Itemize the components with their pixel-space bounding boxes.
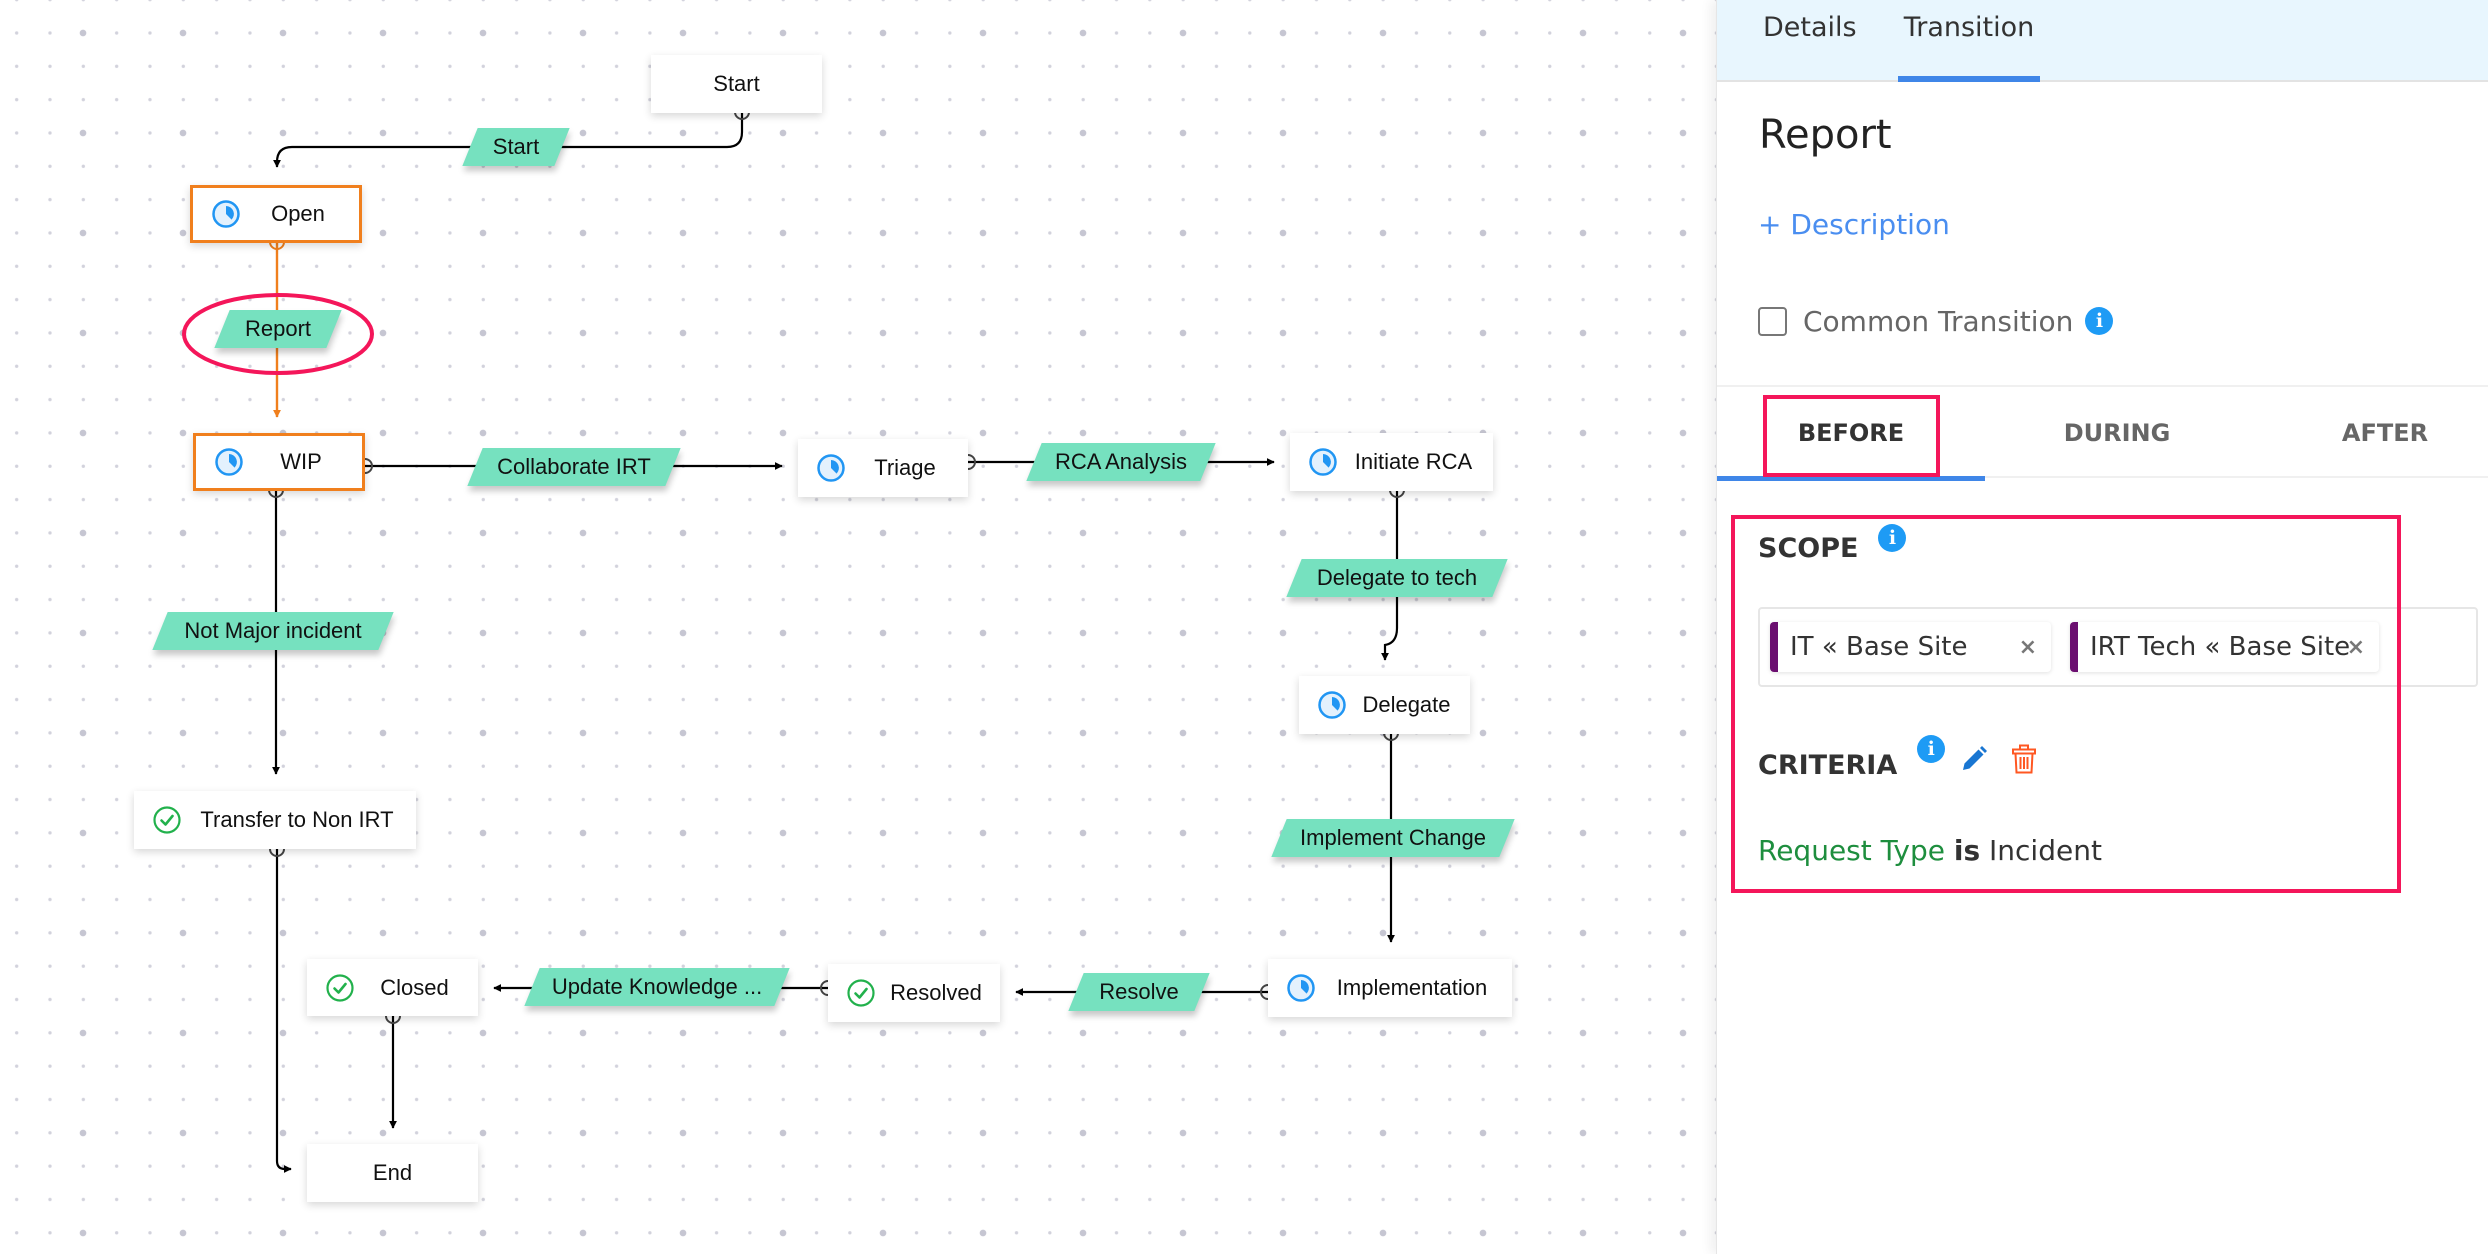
transition-label-update-knowledge[interactable]: Update Knowledge ... bbox=[532, 968, 782, 1006]
in-progress-icon bbox=[816, 453, 846, 483]
check-circle-icon bbox=[846, 978, 876, 1008]
remove-chip-icon[interactable]: × bbox=[2347, 635, 2365, 660]
tab-label: Details bbox=[1763, 12, 1857, 43]
state-node-closed[interactable]: Closed bbox=[307, 959, 478, 1016]
in-progress-icon bbox=[214, 447, 244, 477]
state-node-initiate-rca[interactable]: Initiate RCA bbox=[1290, 433, 1493, 491]
tab-after[interactable]: AFTER bbox=[2251, 387, 2488, 478]
tab-details[interactable]: Details bbox=[1763, 12, 1857, 82]
transition-label-not-major-incident[interactable]: Not Major incident bbox=[160, 612, 386, 650]
scope-section-title: SCOPE i bbox=[1758, 524, 1907, 572]
transition-properties-panel: Details Transition Report + Description … bbox=[1716, 0, 2488, 1254]
check-circle-icon bbox=[152, 805, 182, 835]
node-label: End bbox=[372, 1160, 413, 1185]
pencil-icon[interactable] bbox=[1959, 744, 1989, 774]
state-node-transfer-to-non-irt[interactable]: Transfer to Non IRT bbox=[134, 791, 416, 849]
scope-title: SCOPE bbox=[1758, 532, 1859, 564]
scope-input[interactable]: IT « Base Site × IRT Tech « Base Site × bbox=[1758, 607, 2478, 687]
transition-label-text: RCA Analysis bbox=[1054, 449, 1188, 474]
info-icon[interactable]: i bbox=[2085, 307, 2114, 335]
criteria-section-title: CRITERIA i bbox=[1758, 735, 2037, 790]
transition-label-rca-analysis[interactable]: RCA Analysis bbox=[1034, 443, 1208, 481]
criteria-actions: i bbox=[1917, 735, 2037, 774]
tab-label: Transition bbox=[1903, 12, 2035, 43]
node-label: Start bbox=[713, 71, 760, 96]
info-icon[interactable]: i bbox=[1878, 524, 1907, 552]
state-node-delegate[interactable]: Delegate bbox=[1299, 676, 1470, 734]
transition-label-report[interactable]: Report bbox=[222, 310, 334, 348]
scope-chip-label: IRT Tech « Base Site bbox=[2090, 632, 2351, 662]
node-label: WIP bbox=[280, 449, 322, 474]
node-label: Triage bbox=[874, 455, 936, 480]
trash-icon[interactable] bbox=[2011, 744, 2037, 774]
node-label: Implementation bbox=[1336, 975, 1488, 1000]
transition-label-delegate-to-tech[interactable]: Delegate to tech bbox=[1294, 559, 1500, 597]
transition-label-text: Report bbox=[244, 316, 312, 341]
transition-label-text: Collaborate IRT bbox=[497, 454, 651, 479]
panel-tabs: Details Transition bbox=[1717, 0, 2488, 82]
node-label: Open bbox=[271, 201, 325, 226]
edge-transfer-end bbox=[275, 849, 292, 1173]
transition-label-implement-change[interactable]: Implement Change bbox=[1279, 819, 1507, 857]
criteria-operator: is bbox=[1953, 834, 1981, 867]
scope-chip-label: IT « Base Site bbox=[1790, 632, 1968, 662]
criteria-expression: Request Type is Incident bbox=[1758, 834, 2102, 867]
workflow-canvas[interactable]: Start Open WIP Triage Initiate RCA Deleg… bbox=[0, 0, 1716, 1254]
common-transition-row: Common Transition i bbox=[1758, 301, 2114, 341]
in-progress-icon bbox=[211, 199, 241, 229]
tab-transition[interactable]: Transition bbox=[1898, 12, 2040, 82]
transition-label-text: Delegate to tech bbox=[1316, 565, 1478, 590]
state-node-end[interactable]: End bbox=[307, 1144, 478, 1202]
check-circle-icon bbox=[325, 973, 355, 1003]
node-label: Transfer to Non IRT bbox=[200, 807, 394, 832]
tab-label: AFTER bbox=[2341, 418, 2429, 447]
transition-label-collaborate-irt[interactable]: Collaborate IRT bbox=[475, 448, 673, 486]
scope-chip: IT « Base Site × bbox=[1770, 622, 2051, 672]
state-node-resolved[interactable]: Resolved bbox=[828, 964, 1000, 1022]
common-transition-label[interactable]: Common Transition bbox=[1803, 305, 2073, 338]
state-node-open[interactable]: Open bbox=[190, 185, 362, 243]
state-node-wip[interactable]: WIP bbox=[193, 433, 365, 491]
criteria-field: Request Type bbox=[1758, 834, 1945, 867]
tab-during[interactable]: DURING bbox=[1983, 387, 2251, 478]
in-progress-icon bbox=[1317, 690, 1347, 720]
common-transition-checkbox[interactable] bbox=[1758, 306, 1787, 336]
transition-label-text: Resolve bbox=[1099, 979, 1179, 1004]
criteria-title: CRITERIA bbox=[1758, 749, 1898, 781]
scope-chip: IRT Tech « Base Site × bbox=[2070, 622, 2379, 672]
transition-label-text: Not Major incident bbox=[184, 618, 362, 643]
remove-chip-icon[interactable]: × bbox=[2019, 635, 2037, 660]
in-progress-icon bbox=[1308, 447, 1338, 477]
transition-label-text: Update Knowledge ... bbox=[551, 974, 763, 999]
state-node-implementation[interactable]: Implementation bbox=[1268, 959, 1512, 1017]
stage-tabs: BEFORE DURING AFTER bbox=[1717, 385, 2488, 481]
transition-title[interactable]: Report bbox=[1759, 112, 1892, 158]
add-description-link[interactable]: + Description bbox=[1758, 208, 1950, 241]
info-icon[interactable]: i bbox=[1917, 735, 1946, 763]
tab-before[interactable]: BEFORE bbox=[1717, 387, 1985, 481]
transition-label-start[interactable]: Start bbox=[470, 128, 562, 166]
transition-label-text: Implement Change bbox=[1300, 825, 1486, 850]
criteria-value: Incident bbox=[1989, 834, 2102, 867]
state-node-start[interactable]: Start bbox=[651, 55, 822, 113]
tab-label: DURING bbox=[2063, 418, 2171, 447]
state-node-triage[interactable]: Triage bbox=[798, 439, 968, 497]
transition-label-resolve[interactable]: Resolve bbox=[1076, 973, 1202, 1011]
transition-label-text: Start bbox=[492, 134, 540, 159]
in-progress-icon bbox=[1286, 973, 1316, 1003]
tab-label: BEFORE bbox=[1797, 418, 1905, 447]
